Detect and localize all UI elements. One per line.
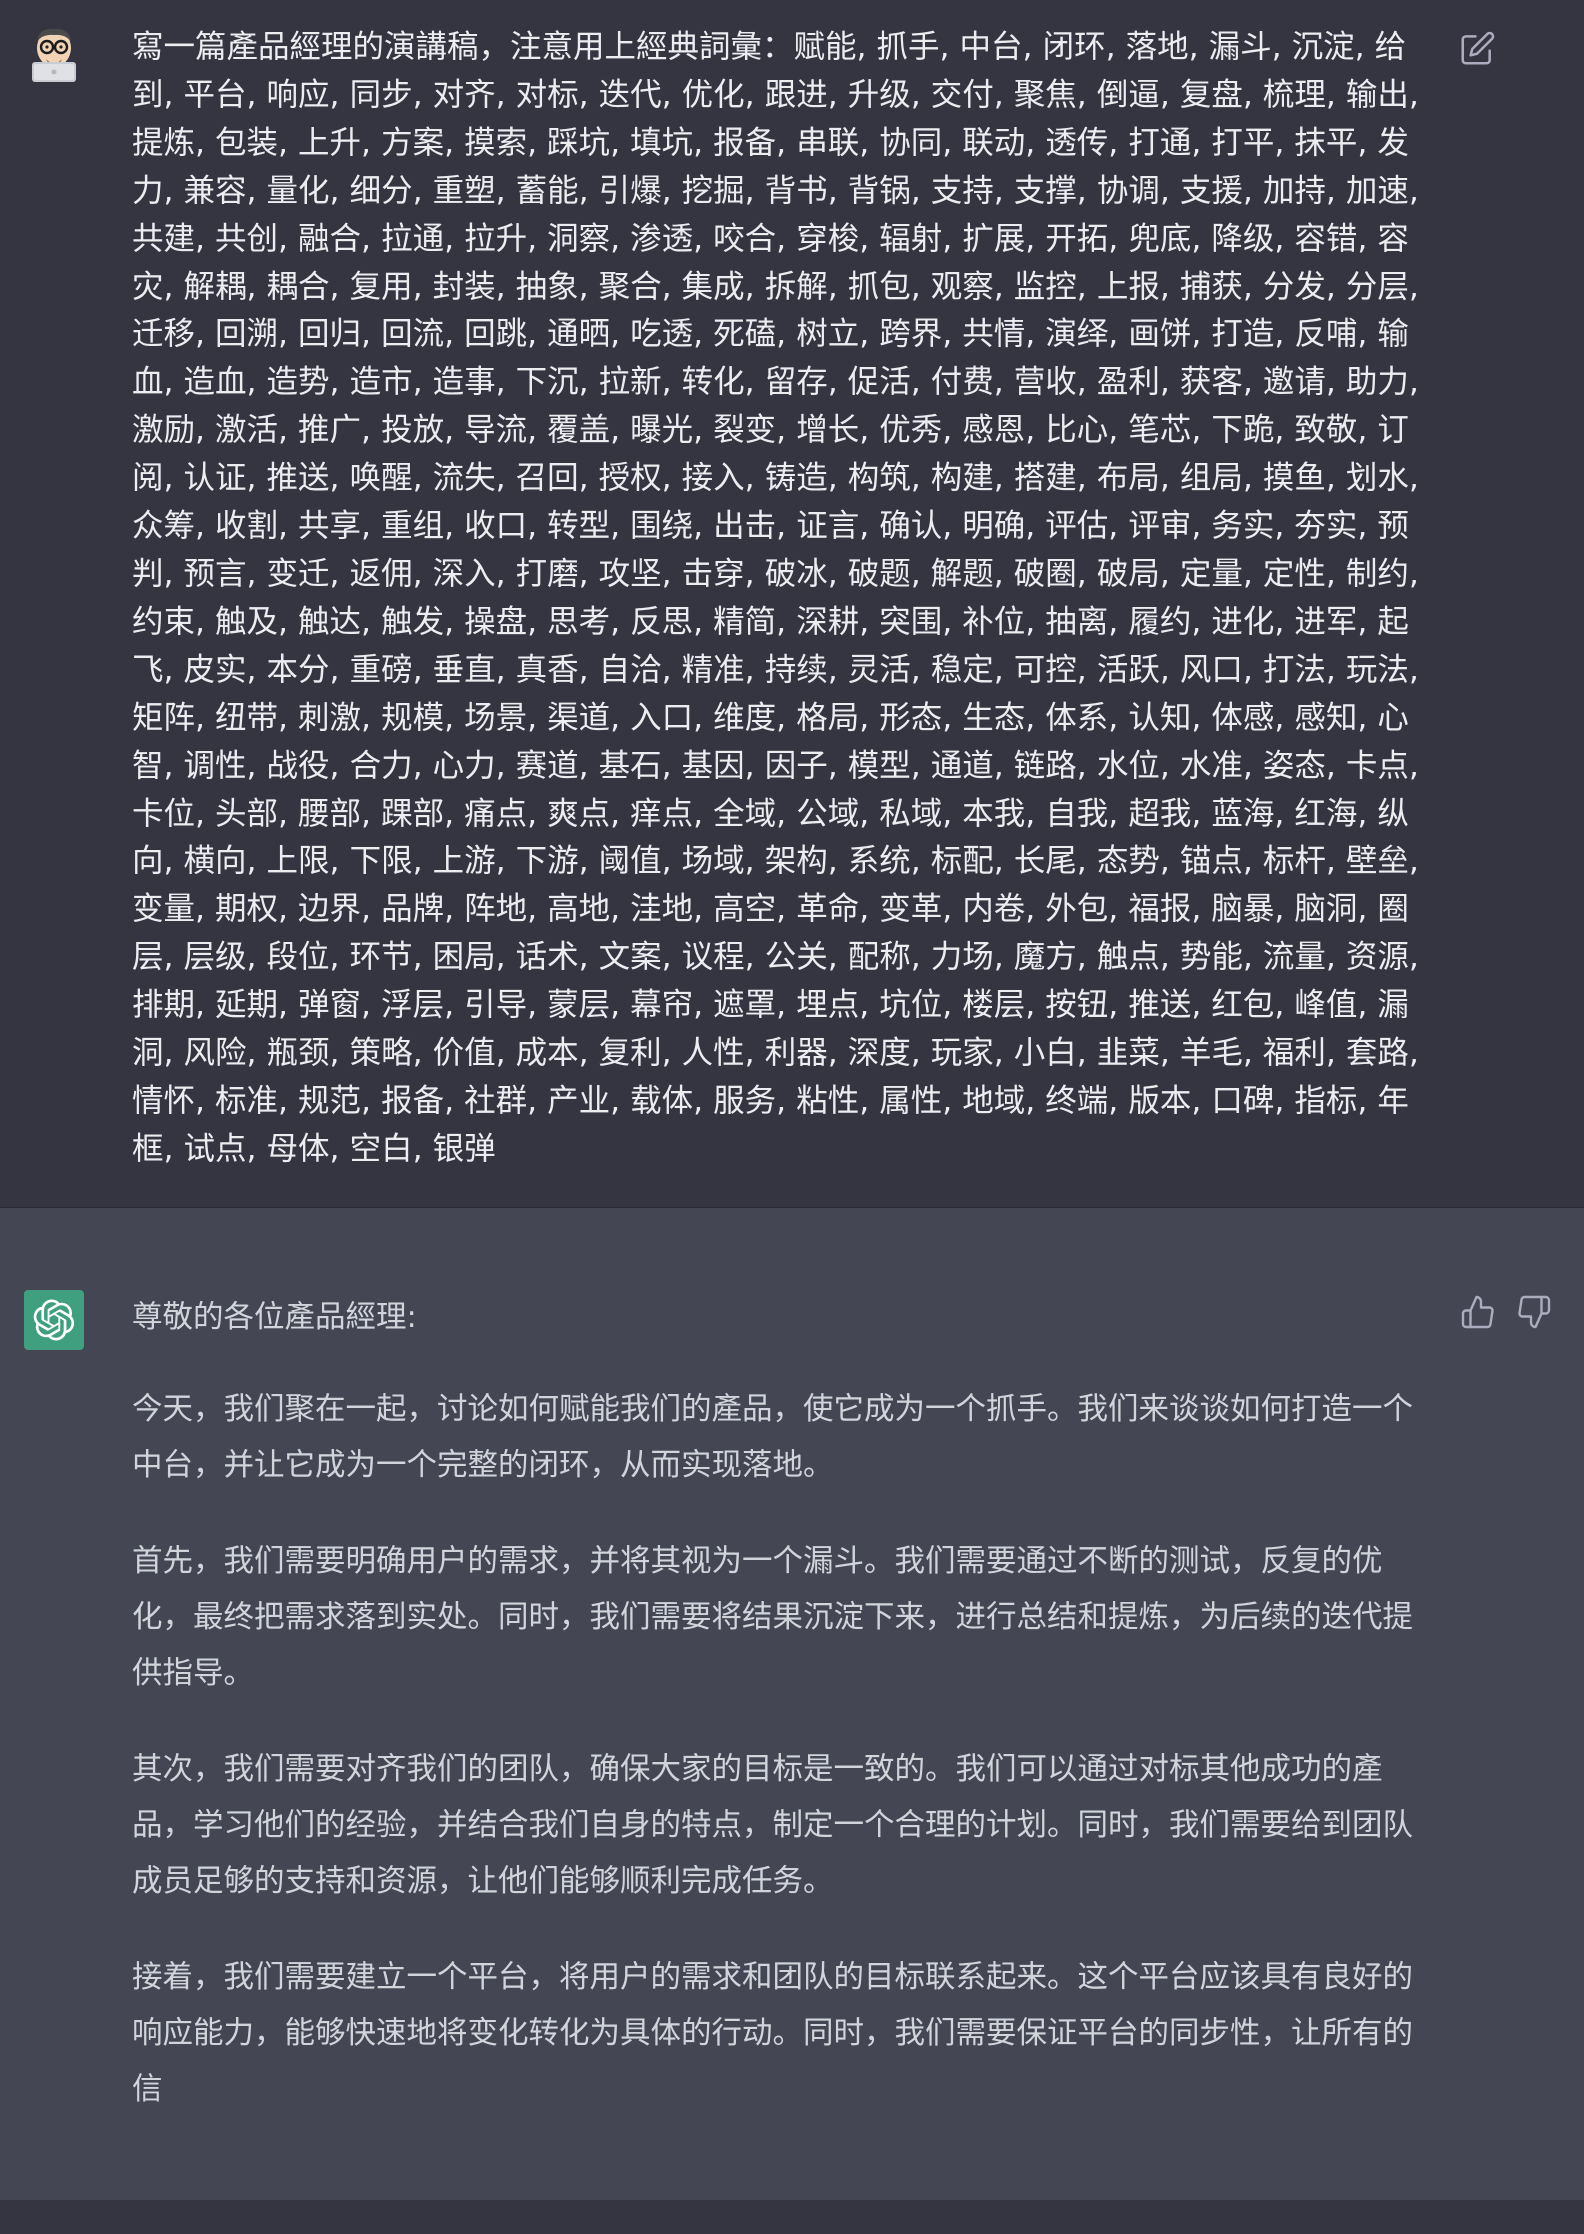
edit-message-button[interactable] bbox=[1458, 30, 1496, 68]
bottom-divider bbox=[0, 2200, 1584, 2234]
edit-icon bbox=[1461, 31, 1495, 65]
user-avatar bbox=[24, 24, 84, 84]
thumbs-up-icon bbox=[1461, 1295, 1494, 1329]
assistant-paragraph: 接着，我们需要建立一个平台，将用户的需求和团队的目标联系起来。这个平台应该具有良… bbox=[132, 1960, 1413, 2107]
thumbs-down-icon bbox=[1518, 1295, 1551, 1329]
assistant-paragraph: 尊敬的各位產品經理: bbox=[132, 1300, 417, 1335]
user-message-row: 寫一篇產品經理的演講稿，注意用上經典詞彙：赋能, 抓手, 中台, 闭环, 落地,… bbox=[0, 0, 1584, 1208]
thumbs-down-button[interactable] bbox=[1516, 1294, 1552, 1330]
openai-logo-icon bbox=[33, 1299, 75, 1341]
user-message-text: 寫一篇產品經理的演講稿，注意用上經典詞彙：赋能, 抓手, 中台, 闭环, 落地,… bbox=[132, 29, 1419, 1167]
assistant-paragraph: 今天，我们聚在一起，讨论如何赋能我们的產品，使它成为一个抓手。我们来谈谈如何打造… bbox=[132, 1392, 1413, 1483]
assistant-message-text: 尊敬的各位產品經理: 今天，我们聚在一起，讨论如何赋能我们的產品，使它成为一个抓… bbox=[132, 1290, 1432, 2158]
assistant-paragraph: 首先，我们需要明确用户的需求，并将其视为一个漏斗。我们需要通过不断的测试，反复的… bbox=[132, 1544, 1413, 1691]
assistant-paragraph: 其次，我们需要对齐我们的团队，确保大家的目标是一致的。我们可以通过对标其他成功的… bbox=[132, 1752, 1413, 1899]
thumbs-up-button[interactable] bbox=[1460, 1294, 1496, 1330]
assistant-avatar bbox=[24, 1290, 84, 1350]
memoji-avatar-icon bbox=[32, 28, 76, 82]
